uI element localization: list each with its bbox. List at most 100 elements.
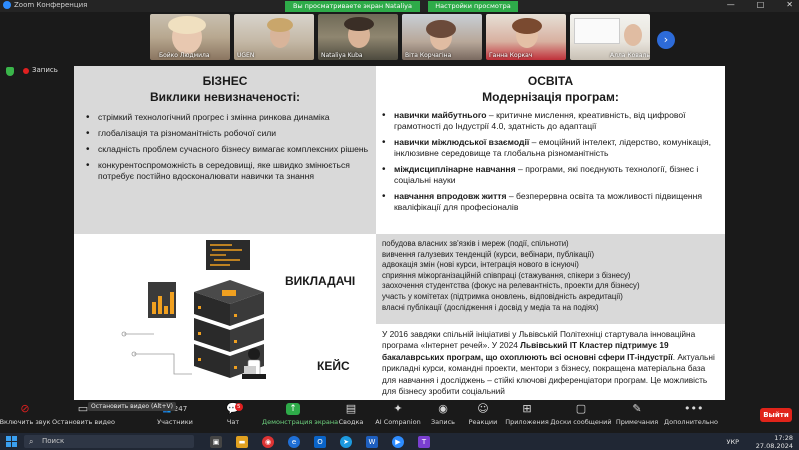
hair-shape [168, 16, 206, 34]
participant-name: UGEN [237, 52, 255, 59]
education-subtitle: Модернізація програм: [482, 90, 619, 104]
button-label: Участники [157, 418, 193, 426]
list-item: стрімкий технологічний прогрес і змінна … [84, 112, 370, 123]
server-illustration [121, 240, 266, 379]
mic-muted-icon: ⊘ [20, 402, 30, 415]
shared-slide: БІЗНЕС Виклики невизначеності: стрімкий … [74, 66, 725, 400]
hair-shape [344, 17, 374, 31]
record-dot-icon [23, 68, 29, 74]
view-options-button[interactable]: Настройки просмотра [428, 1, 518, 12]
teachers-panel: побудова власних зв'язків і мереж (події… [376, 234, 725, 324]
list-item: міждисциплінарне навчання – програми, як… [380, 164, 720, 186]
file-explorer-icon[interactable]: ▬ [236, 436, 248, 448]
participant-tile[interactable]: Бойко Людмила [150, 14, 230, 60]
title-bar: Zoom Конференция Вы просматриваете экран… [0, 0, 799, 21]
list-item: сприяння міжорганізаційній співпраці (ст… [382, 270, 631, 280]
more-button[interactable]: ••• Дополнительно [660, 403, 722, 431]
chat-badge: 5 [235, 403, 243, 411]
case-panel: У 2016 завдяки спільній ініціативі у Льв… [376, 324, 725, 400]
list-item: складність проблем сучасного бізнесу вим… [84, 144, 370, 155]
teams-icon[interactable]: T [418, 436, 430, 448]
minimize-icon[interactable]: — [727, 0, 735, 9]
next-page-chevron-icon[interactable]: › [657, 31, 675, 49]
zoom-icon[interactable]: ▶ [392, 436, 404, 448]
chrome-icon[interactable]: ◉ [262, 436, 274, 448]
record-icon: ◉ [438, 402, 448, 415]
education-panel: ОСВІТА Модернізація програм: навички май… [376, 66, 725, 234]
notes-button[interactable]: ✎ Примечания [606, 403, 668, 431]
maximize-icon[interactable]: □ [757, 0, 765, 9]
participant-name: Бойко Людмила [159, 52, 210, 59]
outlook-icon[interactable]: O [314, 436, 326, 448]
list-item: конкурентоспроможність в середовищі, яке… [84, 160, 370, 182]
participant-name: Ганна Коркач [489, 52, 533, 59]
app-title: Zoom Конференция [14, 1, 88, 9]
list-item: глобалізація та різноманітність робочої … [84, 128, 370, 139]
edge-icon[interactable]: e [288, 436, 300, 448]
list-item: побудова власних зв'язків і мереж (події… [382, 239, 569, 248]
clock-time[interactable]: 17:28 [756, 434, 793, 442]
zoom-logo-icon [3, 1, 11, 9]
video-strip: Бойко Людмила UGEN Nataliya Kuba Віта Ко… [0, 12, 799, 62]
teachers-list: побудова власних зв'язків і мереж (події… [382, 239, 640, 313]
teachers-label: ВИКЛАДАЧІ [285, 274, 356, 288]
participant-tile[interactable]: Віта Корчагіна [402, 14, 482, 60]
window-controls: — □ ✕ [727, 0, 793, 9]
share-screen-button[interactable]: ↑ Демонстрация экрана [262, 403, 339, 431]
language-indicator[interactable]: УКР [727, 438, 740, 446]
hair-shape [426, 20, 456, 38]
windows-start-icon[interactable] [6, 436, 17, 447]
case-label: КЕЙС [317, 359, 350, 373]
button-label: Чат [226, 418, 240, 426]
education-bullet-list: навички майбутнього – критичне мислення,… [380, 110, 720, 218]
more-icon: ••• [684, 402, 704, 415]
whiteboard-button[interactable]: ▢ Доски сообщений [550, 403, 612, 431]
business-subtitle: Виклики невизначеності: [149, 90, 301, 104]
list-item: навички майбутнього – критичне мислення,… [380, 110, 720, 132]
search-icon: ⌕ [29, 437, 34, 446]
list-item: вивчення галузевих тенденцій (курси, веб… [382, 249, 595, 259]
shield-icon[interactable] [6, 67, 14, 76]
hair-shape [267, 18, 293, 32]
system-tray: УКР 17:28 27.08.2024 [727, 434, 794, 450]
participant-tile[interactable]: Алла Коваль [570, 14, 650, 60]
bullet-bold: міждисциплінарне навчання [394, 164, 516, 174]
leave-button[interactable]: Выйти [760, 408, 792, 422]
summary-icon: ▤ [345, 402, 357, 415]
business-panel: БІЗНЕС Виклики невизначеності: стрімкий … [74, 66, 376, 234]
bullet-bold: навички міжлюдської взаємодії [394, 137, 530, 147]
participant-name: Nataliya Kuba [321, 52, 363, 59]
word-icon[interactable]: W [366, 436, 378, 448]
share-screen-icon: ↑ [286, 403, 300, 415]
app-title-group: Zoom Конференция [3, 1, 87, 9]
list-item: навчання впродовж життя – безперервна ос… [380, 191, 720, 213]
button-label: Остановить видео [52, 418, 115, 426]
close-icon[interactable]: ✕ [786, 0, 793, 9]
share-banner: Вы просматриваете экран Nataliya Kuba [285, 1, 420, 21]
notes-icon: ✎ [632, 402, 642, 415]
button-label: Приложения [505, 418, 549, 426]
list-item: заохочення студентства (фокус на релеван… [382, 281, 640, 291]
participant-name: Віта Корчагіна [405, 52, 452, 59]
participant-tile[interactable]: UGEN [234, 14, 314, 60]
telegram-icon[interactable]: ➤ [340, 436, 352, 448]
button-label: Дополнительно [664, 418, 718, 426]
clock-date[interactable]: 27.08.2024 [756, 442, 793, 450]
tooltip: Остановить видео (Alt+V) [88, 402, 176, 411]
recording-label: Запись [32, 66, 58, 74]
button-label: Примечания [615, 418, 659, 426]
taskbar-search-input[interactable]: ⌕ Поиск [24, 435, 194, 448]
business-bullet-list: стрімкий технологічний прогрес і змінна … [84, 112, 370, 187]
whiteboard-icon: ▢ [575, 402, 587, 415]
unmute-button[interactable]: ⊘ Включить звук [0, 403, 56, 431]
chat-button[interactable]: 💬 5 Чат [202, 403, 264, 431]
button-label: Включить звук [0, 418, 51, 426]
task-view-icon[interactable]: ▣ [210, 436, 222, 448]
apps-button[interactable]: ⊞ Приложения [496, 403, 558, 431]
participant-tile[interactable]: Ганна Коркач [486, 14, 566, 60]
participant-tile[interactable]: Nataliya Kuba [318, 14, 398, 60]
reactions-icon: ☺ [477, 402, 489, 415]
ai-companion-icon: ✦ [393, 402, 403, 415]
bullet-bold: навчання впродовж життя [394, 191, 507, 201]
button-label: Демонстрация экрана [262, 418, 339, 426]
